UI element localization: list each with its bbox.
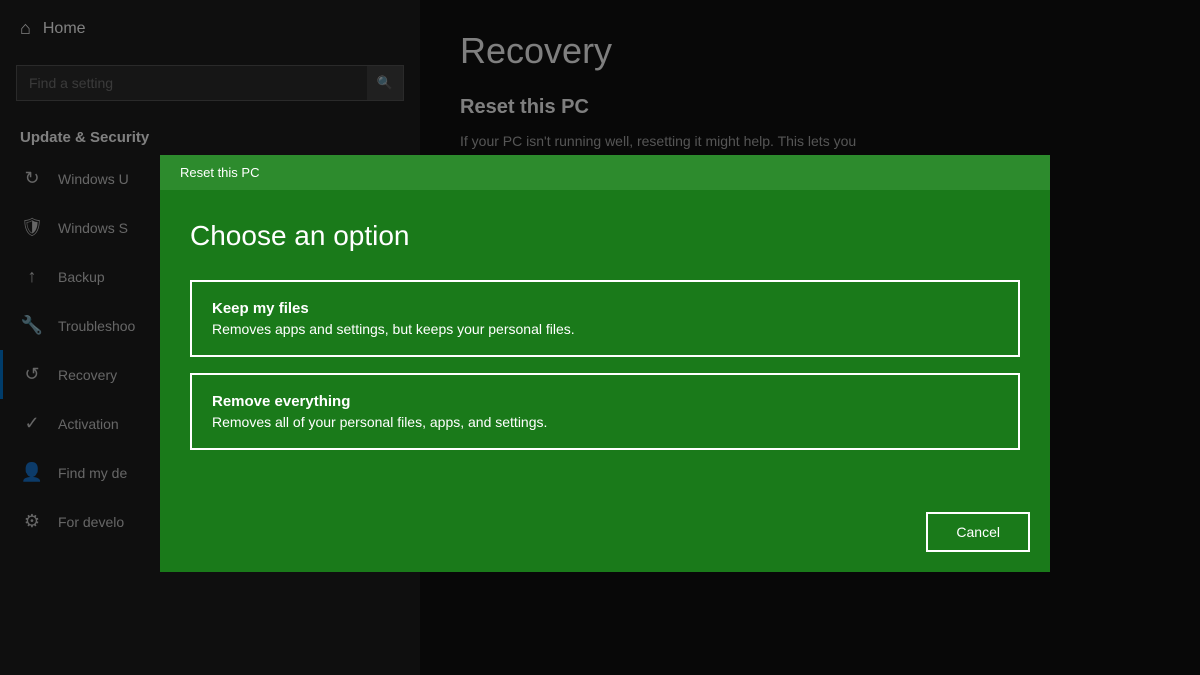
reset-section-title: Reset this PC	[460, 96, 1160, 119]
sidebar-item-label: Recovery	[58, 367, 117, 383]
keep-files-title: Keep my files	[212, 300, 998, 317]
search-container: 🔍	[0, 57, 420, 117]
shield-icon: 🛡	[20, 217, 44, 238]
home-nav-item[interactable]: ⌂ Home	[0, 0, 420, 57]
developer-icon: ⚙	[20, 511, 44, 532]
modal-title: Choose an option	[190, 220, 1020, 252]
sidebar-item-label: Windows S	[58, 220, 128, 236]
modal-footer: Cancel	[160, 496, 1050, 572]
update-icon: ↻	[20, 168, 44, 189]
recovery-icon: ↺	[20, 364, 44, 385]
cancel-button[interactable]: Cancel	[926, 512, 1030, 552]
reset-section-desc: If your PC isn't running well, resetting…	[460, 131, 1160, 152]
sidebar-item-label: Backup	[58, 269, 105, 285]
page-title: Recovery	[460, 30, 1160, 72]
reset-pc-modal: Reset this PC Choose an option Keep my f…	[160, 155, 1050, 572]
remove-everything-title: Remove everything	[212, 393, 998, 410]
backup-icon: ↑	[20, 266, 44, 287]
troubleshoot-icon: 🔧	[20, 315, 44, 336]
remove-everything-button[interactable]: Remove everything Removes all of your pe…	[190, 373, 1020, 450]
modal-header: Reset this PC	[160, 155, 1050, 190]
sidebar-item-label: Troubleshoo	[58, 318, 135, 334]
sidebar-item-label: Find my de	[58, 465, 127, 481]
home-icon: ⌂	[20, 18, 31, 39]
sidebar-item-label: For develo	[58, 514, 124, 530]
keep-my-files-button[interactable]: Keep my files Removes apps and settings,…	[190, 280, 1020, 357]
find-device-icon: 👤	[20, 462, 44, 483]
keep-files-desc: Removes apps and settings, but keeps you…	[212, 321, 998, 337]
remove-everything-desc: Removes all of your personal files, apps…	[212, 414, 998, 430]
sidebar-item-label: Windows U	[58, 171, 129, 187]
home-label: Home	[43, 20, 86, 38]
sidebar-item-label: Activation	[58, 416, 119, 432]
section-header: Update & Security	[0, 117, 420, 154]
modal-body: Choose an option Keep my files Removes a…	[160, 190, 1050, 496]
search-wrapper: 🔍	[16, 65, 404, 101]
main-content: Recovery Reset this PC If your PC isn't …	[420, 0, 1200, 675]
activation-icon: ✓	[20, 413, 44, 434]
search-input[interactable]	[17, 66, 403, 100]
search-button[interactable]: 🔍	[367, 66, 403, 100]
